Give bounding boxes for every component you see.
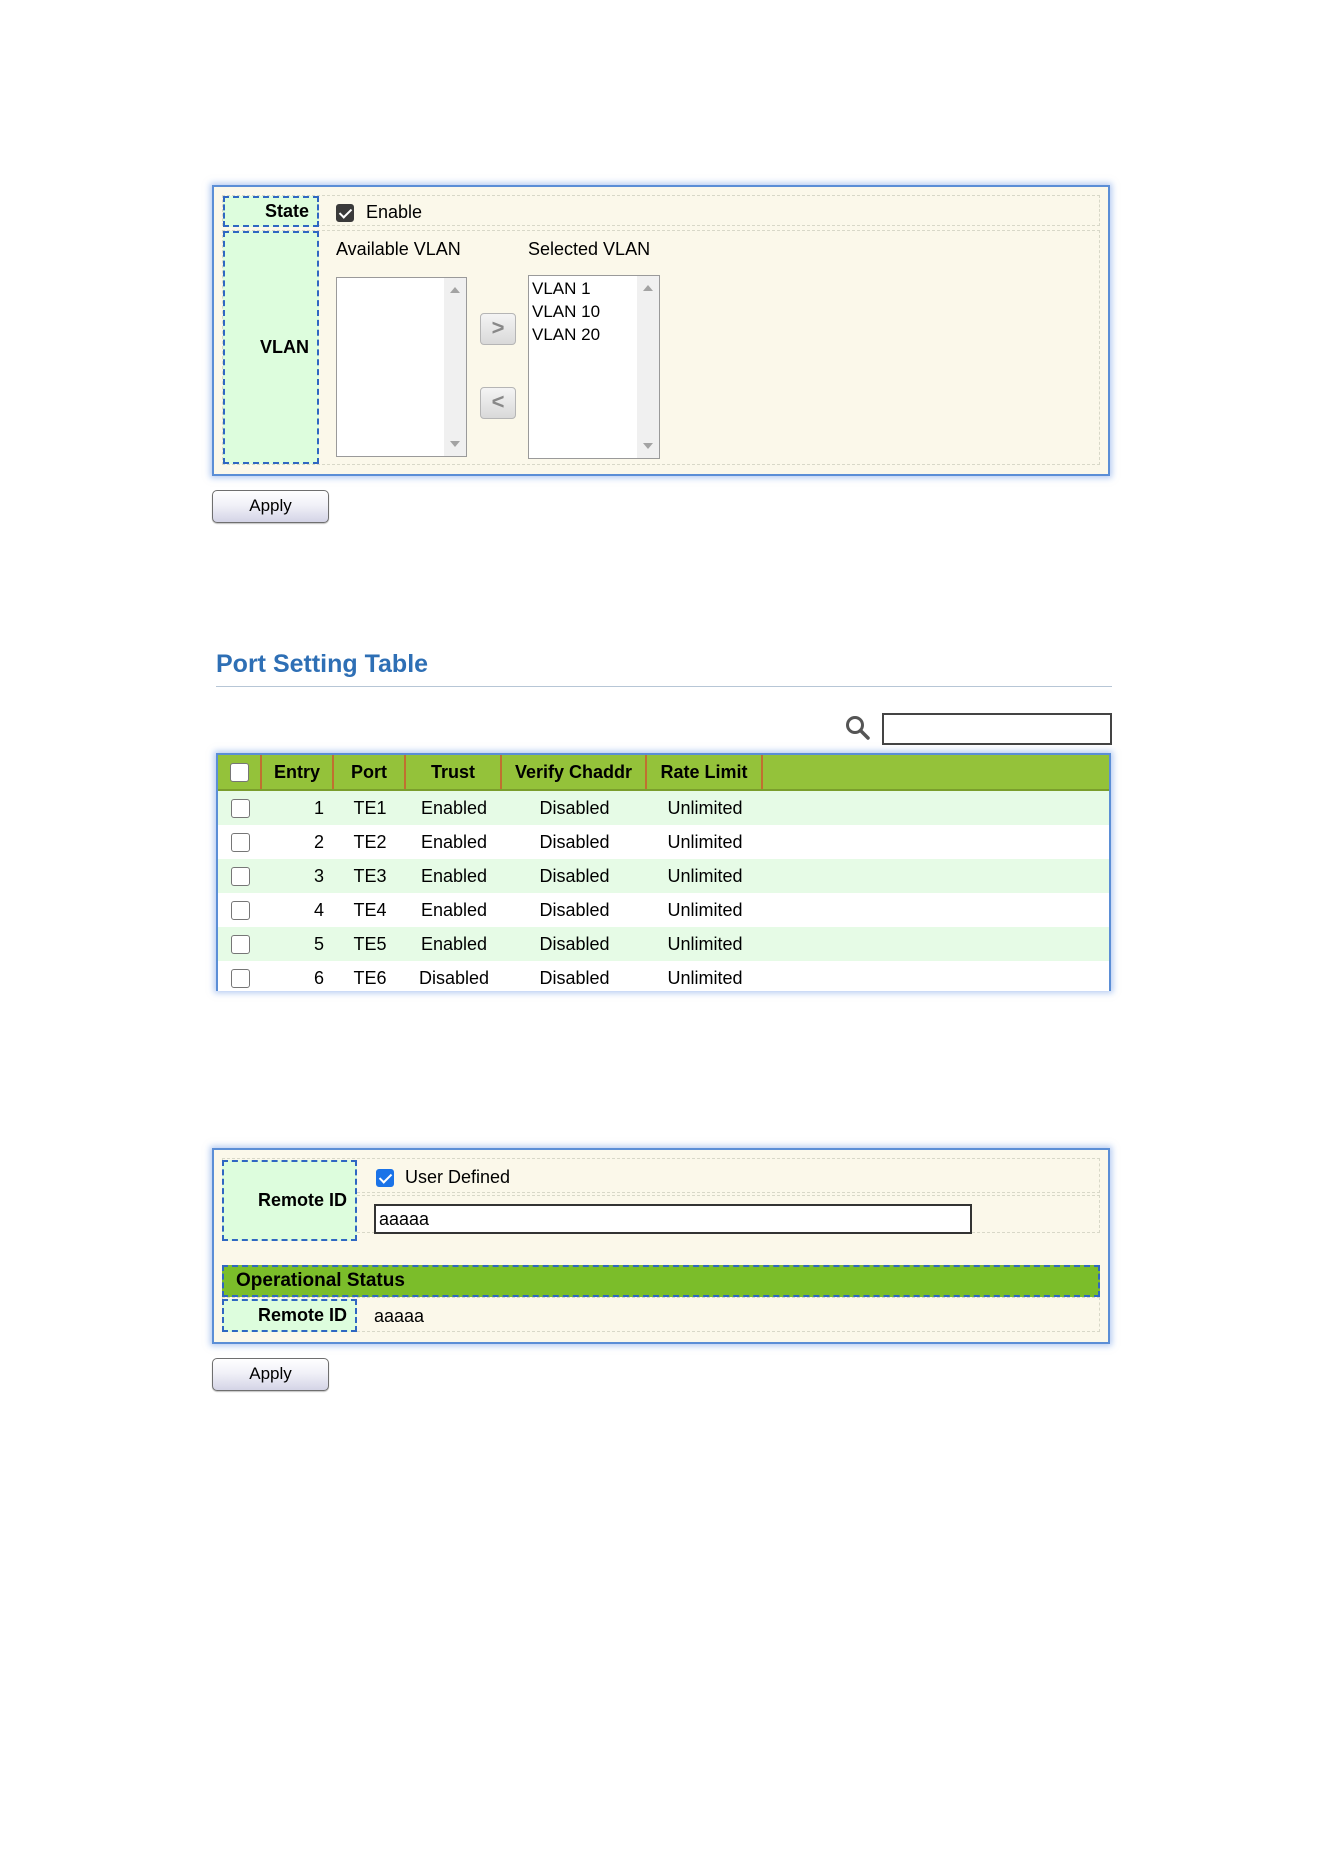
remove-vlan-button[interactable]: < (480, 387, 516, 419)
verify-cell: Disabled (539, 831, 610, 852)
table-row[interactable]: 5 TE5 Enabled Disabled Unlimited (218, 927, 1109, 961)
remote-apply-button[interactable]: Apply (212, 1358, 329, 1391)
trust-cell: Enabled (420, 797, 488, 818)
rate-cell: Unlimited (667, 797, 743, 818)
trust-cell: Disabled (418, 967, 490, 988)
scroll-up-arrow-icon[interactable] (643, 285, 653, 291)
row-checkbox[interactable] (231, 935, 250, 954)
vlan-option[interactable]: VLAN 10 (532, 300, 600, 323)
verify-cell: Disabled (539, 865, 610, 886)
port-cell: TE2 (353, 831, 387, 852)
select-all-checkbox[interactable] (229, 762, 249, 782)
row-checkbox[interactable] (231, 867, 250, 886)
title-divider (216, 686, 1112, 687)
entry-cell: 5 (313, 933, 324, 954)
entry-cell: 1 (313, 797, 324, 818)
verify-cell: Disabled (539, 967, 610, 988)
user-defined-label: User Defined (405, 1167, 511, 1187)
col-port[interactable]: Port (334, 755, 406, 789)
col-verify-chaddr[interactable]: Verify Chaddr (502, 755, 647, 789)
state-label: State (223, 196, 319, 227)
trust-cell: Enabled (420, 865, 488, 886)
table-row[interactable]: 6 TE6 Disabled Disabled Unlimited (218, 961, 1109, 991)
trust-cell: Enabled (420, 899, 488, 920)
search-input[interactable] (882, 713, 1112, 745)
op-remote-id-value: aaaaa (374, 1306, 425, 1326)
selected-scrollbar[interactable] (637, 276, 659, 458)
vlan-option[interactable]: VLAN 1 (532, 277, 600, 300)
available-scrollbar[interactable] (444, 278, 466, 456)
verify-cell: Disabled (539, 797, 610, 818)
rate-cell: Unlimited (667, 967, 743, 988)
port-table-title: Port Setting Table (216, 650, 429, 678)
col-entry[interactable]: Entry (262, 755, 334, 789)
op-remote-id-label: Remote ID (222, 1299, 357, 1332)
entry-cell: 6 (313, 967, 324, 988)
selected-vlan-list[interactable]: VLAN 1 VLAN 10 VLAN 20 (528, 275, 660, 459)
remote-id-input[interactable]: aaaaa (374, 1204, 972, 1234)
port-cell: TE6 (353, 967, 387, 988)
entry-cell: 3 (313, 865, 324, 886)
available-vlan-list[interactable] (336, 277, 467, 457)
table-row[interactable]: 3 TE3 Enabled Disabled Unlimited (218, 859, 1109, 893)
available-vlan-title: Available VLAN (336, 239, 461, 259)
port-cell: TE4 (353, 899, 387, 920)
enable-checkbox[interactable] (336, 204, 354, 222)
verify-cell: Disabled (539, 933, 610, 954)
rate-cell: Unlimited (667, 831, 743, 852)
table-row[interactable]: 4 TE4 Enabled Disabled Unlimited (218, 893, 1109, 927)
col-rate-limit[interactable]: Rate Limit (647, 755, 763, 789)
rate-cell: Unlimited (667, 865, 743, 886)
scroll-up-arrow-icon[interactable] (450, 287, 460, 293)
row-checkbox[interactable] (231, 901, 250, 920)
user-defined-checkbox[interactable] (376, 1169, 394, 1187)
row-checkbox[interactable] (231, 833, 250, 852)
port-setting-table: Entry Port Trust Verify Chaddr Rate Limi… (216, 753, 1111, 991)
table-header: Entry Port Trust Verify Chaddr Rate Limi… (218, 755, 1109, 791)
vlan-apply-button[interactable]: Apply (212, 490, 329, 523)
trust-cell: Enabled (420, 831, 488, 852)
row-checkbox[interactable] (231, 969, 250, 988)
enable-label: Enable (366, 202, 423, 222)
rate-cell: Unlimited (667, 899, 743, 920)
search-icon[interactable] (845, 715, 871, 741)
port-cell: TE5 (353, 933, 387, 954)
verify-cell: Disabled (539, 899, 610, 920)
port-cell: TE1 (353, 797, 387, 818)
vlan-settings-panel: State VLAN Enable Available VLAN Selecte… (212, 185, 1110, 476)
table-row[interactable]: 2 TE2 Enabled Disabled Unlimited (218, 825, 1109, 859)
col-trust[interactable]: Trust (406, 755, 502, 789)
rate-cell: Unlimited (667, 933, 743, 954)
vlan-option[interactable]: VLAN 20 (532, 323, 600, 346)
remote-id-label: Remote ID (222, 1160, 357, 1241)
select-all-header (218, 755, 262, 789)
row-checkbox[interactable] (231, 799, 250, 818)
scroll-down-arrow-icon[interactable] (643, 443, 653, 449)
selected-vlan-options: VLAN 1 VLAN 10 VLAN 20 (532, 277, 600, 346)
scroll-down-arrow-icon[interactable] (450, 441, 460, 447)
trust-cell: Enabled (420, 933, 488, 954)
vlan-label: VLAN (223, 231, 319, 464)
selected-vlan-title: Selected VLAN (528, 239, 651, 259)
port-cell: TE3 (353, 865, 387, 886)
table-row[interactable]: 1 TE1 Enabled Disabled Unlimited (218, 791, 1109, 825)
entry-cell: 2 (313, 831, 324, 852)
remote-id-panel: Remote ID User Defined aaaaa Operational… (212, 1148, 1110, 1344)
operational-status-header: Operational Status (222, 1265, 1100, 1297)
add-vlan-button[interactable]: > (480, 313, 516, 345)
entry-cell: 4 (313, 899, 324, 920)
